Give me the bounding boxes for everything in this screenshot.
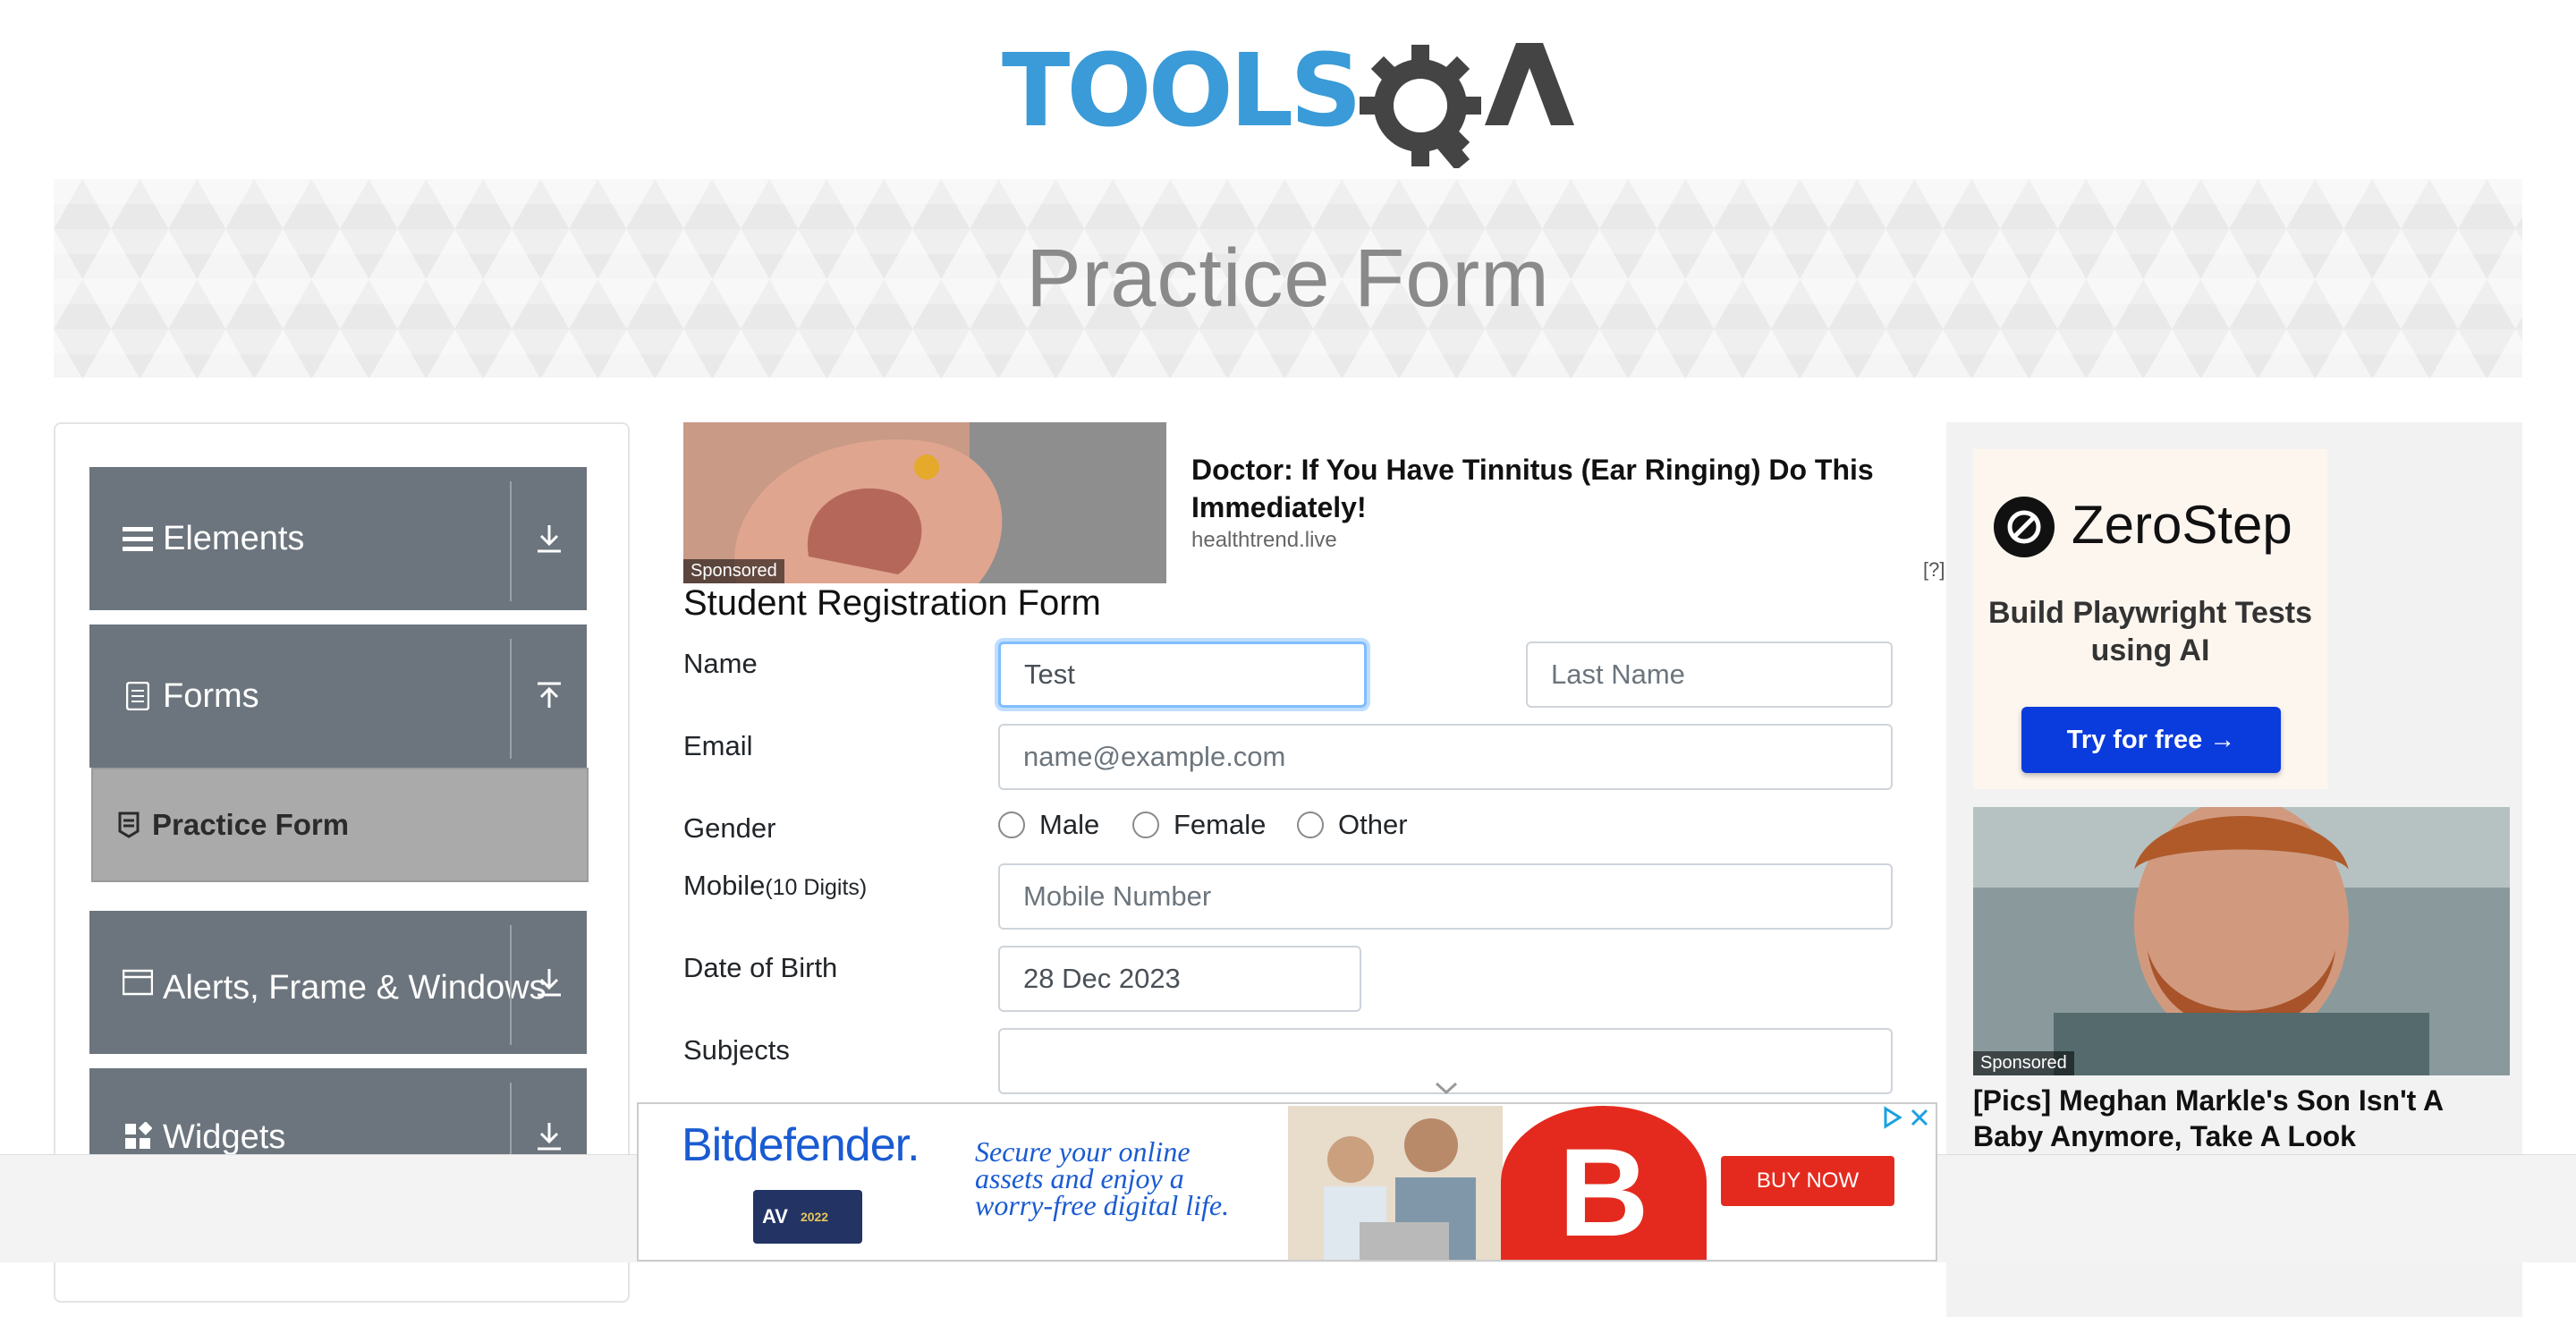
email-input[interactable]: [998, 724, 1893, 790]
first-name-input[interactable]: [998, 642, 1367, 708]
ad-image-family: [1288, 1106, 1503, 1260]
download-arrow-icon[interactable]: [521, 911, 578, 1054]
sidebar-item-practice-form[interactable]: Practice Form: [91, 768, 589, 882]
form-title: Student Registration Form: [683, 583, 1101, 623]
subjects-input[interactable]: [998, 1028, 1893, 1095]
page-banner: Practice Form: [54, 179, 2522, 378]
gender-radio-male[interactable]: Male: [998, 809, 1099, 841]
zerostep-subtitle: Build Playwright Tests using AI: [1987, 596, 2313, 667]
radio-circle[interactable]: [1297, 811, 1324, 838]
name-label: Name: [683, 648, 758, 679]
divider: [510, 925, 512, 1045]
sidebar-group-elements[interactable]: Elements: [89, 467, 587, 610]
document-icon: [120, 682, 156, 710]
mobile-hint: (10 Digits): [765, 875, 868, 900]
adchoices-icon[interactable]: [1882, 1106, 1932, 1135]
zerostep-brand: ZeroStep: [2072, 495, 2292, 555]
radio-circle[interactable]: [1132, 811, 1159, 838]
sponsored-tag: Sponsored: [683, 559, 784, 583]
page-title: Practice Form: [1026, 232, 1550, 324]
try-for-free-button[interactable]: Try for free →: [2021, 707, 2281, 773]
divider: [510, 639, 512, 759]
zerostep-logo-icon: [1993, 496, 2055, 563]
radio-circle[interactable]: [998, 811, 1025, 838]
mobile-label: Mobile(10 Digits): [683, 870, 868, 901]
ad-source[interactable]: healthtrend.live: [1191, 528, 1337, 553]
bitdefender-b-logo: B: [1501, 1106, 1707, 1260]
mobile-input[interactable]: [998, 863, 1893, 930]
window-icon: [120, 969, 156, 996]
gender-label: Gender: [683, 812, 776, 844]
subjects-label: Subjects: [683, 1034, 790, 1066]
email-label: Email: [683, 730, 753, 761]
av-badge: AV 2022: [753, 1190, 862, 1244]
last-name-input[interactable]: [1526, 642, 1893, 708]
divider: [510, 481, 512, 601]
widgets-icon: [120, 1122, 156, 1151]
date-of-birth-input[interactable]: [998, 946, 1361, 1012]
ad-image-portrait[interactable]: Sponsored: [1973, 807, 2510, 1075]
sidebar-group-alerts[interactable]: Alerts, Frame & Windows: [89, 911, 587, 1054]
toolsqa-logo[interactable]: TOOLS: [1002, 25, 1583, 171]
form-icon: [118, 811, 140, 838]
dob-label: Date of Birth: [683, 952, 838, 983]
svg-text:TOOLS: TOOLS: [1002, 33, 1359, 149]
upload-arrow-icon[interactable]: [521, 625, 578, 768]
bitdefender-tagline: Secure your online assets and enjoy a wo…: [975, 1135, 1230, 1221]
sponsored-tag: Sponsored: [1973, 1051, 2074, 1075]
gender-radio-other[interactable]: Other: [1297, 809, 1408, 841]
chevron-down-icon[interactable]: [1433, 1071, 1460, 1103]
bitdefender-logo[interactable]: Bitdefender.: [682, 1118, 920, 1172]
buy-now-button[interactable]: BUY NOW: [1721, 1156, 1894, 1206]
sidebar-group-forms[interactable]: Forms: [89, 625, 587, 768]
ad-headline[interactable]: [Pics] Meghan Markle's Son Isn't A Baby …: [1973, 1083, 2510, 1154]
hamburger-icon: [120, 525, 156, 552]
ad-help-link[interactable]: [?]: [1923, 558, 1945, 582]
ad-headline[interactable]: Doctor: If You Have Tinnitus (Ear Ringin…: [1191, 451, 1907, 526]
gender-radio-female[interactable]: Female: [1132, 809, 1266, 841]
download-arrow-icon[interactable]: [521, 467, 578, 610]
ad-image-ear[interactable]: Sponsored: [683, 422, 1166, 583]
sidebar-item-label: Practice Form: [152, 808, 350, 841]
